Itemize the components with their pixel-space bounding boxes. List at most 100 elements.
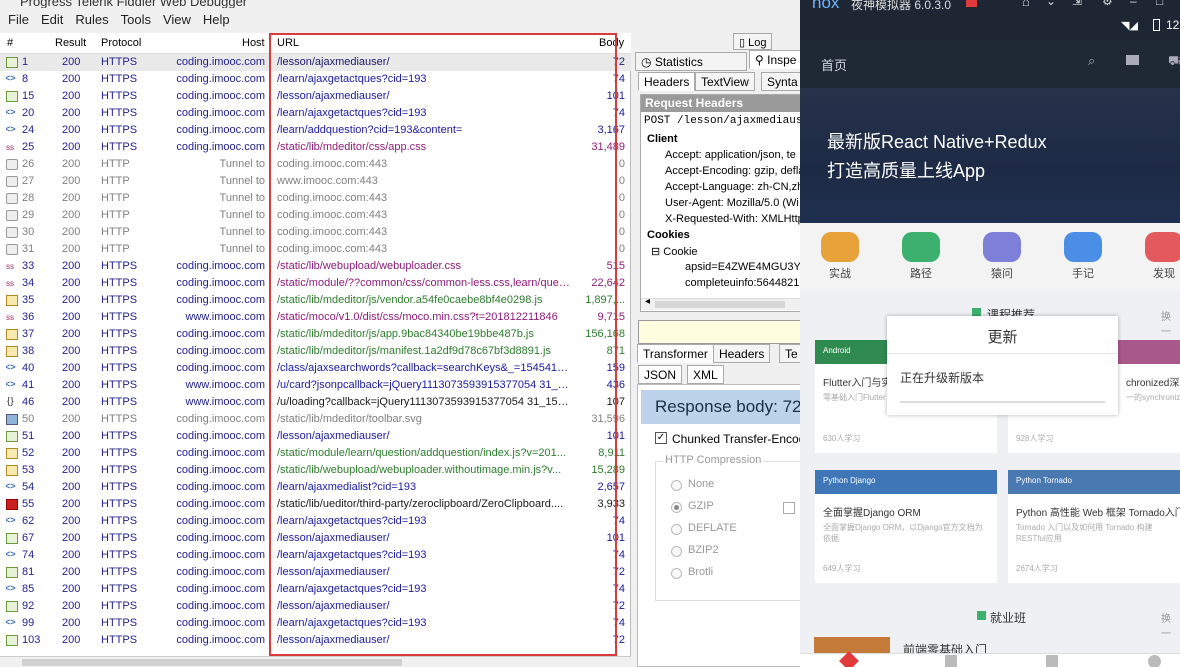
session-row[interactable]: 1 200 HTTPS coding.imooc.com/lesson/ajaxmed… <box>0 54 631 71</box>
session-row[interactable]: 8 200 HTTPS coding.imooc.com/learn/ajaxgeta… <box>0 71 631 88</box>
session-row[interactable]: 41 200 HTTPS www.imooc.com/u/card?jsonpcall… <box>0 377 631 394</box>
category-icon[interactable] <box>821 232 859 262</box>
session-row[interactable]: 15 200 HTTPS coding.imooc.com/lesson/ajaxme… <box>0 88 631 105</box>
session-row[interactable]: 67 200 HTTPS coding.imooc.com/lesson/ajaxme… <box>0 530 631 547</box>
course-card[interactable]: Python Tornado Python 高性能 Web 框架 Tornado入… <box>1008 470 1180 583</box>
tab-req-headers[interactable]: Headers <box>638 72 696 91</box>
session-row[interactable]: 46 200 HTTPS www.imooc.com/u/loading?callba… <box>0 394 631 411</box>
course-card[interactable]: Python Django 全面掌握Django ORM 全面掌握Django OR… <box>815 470 997 583</box>
pane-scroll-thumb[interactable] <box>655 301 785 308</box>
session-row[interactable]: 26 200 HTTP Tunnel to coding.imooc.com:443 0 <box>0 156 631 173</box>
tab-log[interactable]: ▯ Log <box>733 33 773 50</box>
session-row[interactable]: 35 200 HTTPS coding.imooc.com/static/lib/md… <box>0 292 631 309</box>
category-label[interactable]: 发现 <box>1144 265 1180 281</box>
session-row[interactable]: 25 200 HTTPS coding.imooc.com/static/lib/md… <box>0 139 631 156</box>
promo-banner[interactable]: 最新版React Native+Redux 打造高质量上线App <box>800 88 1180 223</box>
session-row[interactable]: 37 200 HTTPS coding.imooc.com/static/lib/md… <box>0 326 631 343</box>
session-row[interactable]: 81 200 HTTPS coding.imooc.com/lesson/ajaxme… <box>0 564 631 581</box>
tab-xml[interactable]: XML <box>687 365 724 384</box>
tab-json[interactable]: JSON <box>638 365 683 384</box>
menu-item[interactable]: Help <box>197 10 236 30</box>
compression-radio[interactable] <box>671 568 682 579</box>
tab-resp-textview[interactable]: Te <box>779 344 801 363</box>
compression-radio[interactable] <box>671 524 682 535</box>
session-row[interactable]: 24 200 HTTPS coding.imooc.com/learn/addques… <box>0 122 631 139</box>
home-icon[interactable]: ⌂ <box>1022 0 1030 9</box>
more-link[interactable]: 换一 <box>1161 308 1180 338</box>
session-row[interactable]: 28 200 HTTP Tunnel to coding.imooc.com:443 0 <box>0 190 631 207</box>
cookie-node[interactable]: ⊟ Cookie <box>651 245 698 258</box>
menu-item[interactable]: File <box>2 10 35 30</box>
session-row[interactable]: 53 200 HTTPS coding.imooc.com/static/lib/we… <box>0 462 631 479</box>
category-icon[interactable] <box>1145 232 1180 262</box>
session-row[interactable]: 40 200 HTTPS coding.imooc.com/class/ajaxsea… <box>0 360 631 377</box>
mail-icon[interactable] <box>1126 55 1139 65</box>
menu-item[interactable]: Rules <box>69 10 114 30</box>
compression-radio[interactable] <box>671 480 682 491</box>
notification-icon[interactable] <box>966 0 977 7</box>
nav-course-icon[interactable] <box>945 655 957 667</box>
compression-radio[interactable] <box>671 502 682 513</box>
scrollbar-thumb[interactable] <box>22 659 402 666</box>
sessions-list[interactable]: # Result Protocol Host URL Body 1 200 HTTP… <box>0 33 631 667</box>
maximize-icon[interactable]: □ <box>1156 0 1163 8</box>
category-icon[interactable] <box>902 232 940 262</box>
compression-checkbox[interactable] <box>783 502 795 514</box>
gear-icon[interactable]: ⚙ <box>1102 0 1113 8</box>
category-label[interactable]: 实战 <box>820 265 860 281</box>
col-header-result[interactable]: Result <box>55 37 86 49</box>
cart-icon[interactable]: ⛟ <box>1168 53 1180 71</box>
tab-statistics[interactable]: ◷ Statistics <box>635 52 747 71</box>
session-row[interactable]: 52 200 HTTPS coding.imooc.com/static/module… <box>0 445 631 462</box>
chunked-checkbox[interactable]: ✓ <box>655 432 667 444</box>
more-link[interactable]: 换一 <box>1161 610 1180 640</box>
session-row[interactable]: 92 200 HTTPS coding.imooc.com/lesson/ajaxme… <box>0 598 631 615</box>
session-row[interactable]: 54 200 HTTPS coding.imooc.com/learn/ajaxmed… <box>0 479 631 496</box>
nav-home-icon[interactable] <box>839 651 859 667</box>
menu-item[interactable]: Edit <box>35 10 69 30</box>
session-row[interactable]: 51 200 HTTPS coding.imooc.com/lesson/ajaxme… <box>0 428 631 445</box>
session-row[interactable]: 55 200 HTTPS coding.imooc.com/static/lib/ue… <box>0 496 631 513</box>
session-row[interactable]: 30 200 HTTP Tunnel to coding.imooc.com:443 0 <box>0 224 631 241</box>
nav-profile-icon[interactable] <box>1148 655 1161 667</box>
session-row[interactable]: 99 200 HTTPS coding.imooc.com/learn/ajaxget… <box>0 615 631 632</box>
quickexec-box[interactable] <box>638 320 801 344</box>
pane-hscrollbar[interactable]: ◂ <box>641 296 800 310</box>
tab-req-textview[interactable]: TextView <box>695 72 755 91</box>
tab-resp-headers[interactable]: Headers <box>713 344 771 363</box>
session-row[interactable]: 31 200 HTTP Tunnel to coding.imooc.com:443 0 <box>0 241 631 258</box>
session-row[interactable]: 62 200 HTTPS coding.imooc.com/learn/ajaxget… <box>0 513 631 530</box>
col-header-protocol[interactable]: Protocol <box>101 37 141 49</box>
session-row[interactable]: 20 200 HTTPS coding.imooc.com/learn/ajaxget… <box>0 105 631 122</box>
session-row[interactable]: 33 200 HTTPS coding.imooc.com/static/lib/we… <box>0 258 631 275</box>
compression-radio[interactable] <box>671 546 682 557</box>
tab-req-syntax[interactable]: Synta <box>761 72 801 91</box>
session-row[interactable]: 29 200 HTTP Tunnel to coding.imooc.com:443 0 <box>0 207 631 224</box>
scroll-left-icon[interactable]: ◂ <box>645 296 650 307</box>
col-header-url[interactable]: URL <box>277 37 299 49</box>
col-header-num[interactable]: # <box>7 37 13 49</box>
session-row[interactable]: 50 200 HTTPS coding.imooc.com/static/lib/md… <box>0 411 631 428</box>
tab-inspectors[interactable]: ⚲ Inspe <box>749 50 801 69</box>
session-row[interactable]: 34 200 HTTPS coding.imooc.com/static/module… <box>0 275 631 292</box>
menu-item[interactable]: View <box>157 10 197 30</box>
nav-download-icon[interactable] <box>1046 655 1058 667</box>
session-row[interactable]: 38 200 HTTPS coding.imooc.com/static/lib/md… <box>0 343 631 360</box>
minimize-icon[interactable]: – <box>1130 0 1137 8</box>
category-icon[interactable] <box>1064 232 1102 262</box>
menu-item[interactable]: Tools <box>115 10 157 30</box>
session-row[interactable]: 85 200 HTTPS coding.imooc.com/learn/ajaxget… <box>0 581 631 598</box>
col-header-host[interactable]: Host <box>242 37 265 49</box>
category-label[interactable]: 手记 <box>1063 265 1103 281</box>
category-label[interactable]: 路径 <box>901 265 941 281</box>
collapse-icon[interactable]: ⊟ <box>651 246 663 258</box>
col-header-body[interactable]: Body <box>599 37 624 49</box>
pin-icon[interactable]: ⇲ <box>1072 0 1082 8</box>
session-row[interactable]: 74 200 HTTPS coding.imooc.com/learn/ajaxget… <box>0 547 631 564</box>
tab-transformer[interactable]: Transformer <box>637 344 714 363</box>
session-row[interactable]: 103 200 HTTPS coding.imooc.com/lesson/ajaxm… <box>0 632 631 649</box>
chevron-down-icon[interactable]: ⌄ <box>1046 0 1056 8</box>
session-row[interactable]: 36 200 HTTPS www.imooc.com/static/moco/v1.0… <box>0 309 631 326</box>
category-label[interactable]: 猿问 <box>982 265 1022 281</box>
category-icon[interactable] <box>983 232 1021 262</box>
